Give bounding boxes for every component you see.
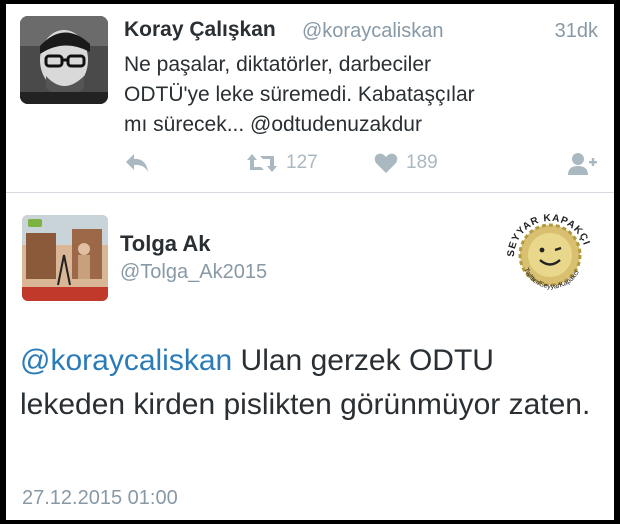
follow-button[interactable] <box>568 152 598 176</box>
mention-link[interactable]: @koraycaliskan <box>20 344 232 377</box>
tweet-date[interactable]: 27.12.2015 01:00 <box>22 487 178 510</box>
author-handle[interactable]: @koraycaliskan <box>302 20 443 43</box>
like-button[interactable]: 189 <box>374 152 438 174</box>
avatar-portrait <box>20 16 108 104</box>
avatar-photo <box>22 215 108 301</box>
tweet-text: Ne paşalar, diktatörler, darbeciler ODTÜ… <box>124 50 594 140</box>
author-name[interactable]: Koray Çalışkan <box>124 18 276 42</box>
retweet-button[interactable]: 127 <box>246 152 318 174</box>
tweet-text: @koraycaliskan Ulan gerzek ODTU lekeden … <box>20 339 600 427</box>
tweet-text-line: ODTÜ'ye leke süremedi. Kabataşçılar <box>124 83 475 106</box>
author-name[interactable]: Tolga Ak <box>120 231 210 257</box>
watermark-logo: SEYYAR KAPAKÇI Twitter/SeyyarKapakci <box>500 203 600 303</box>
author-handle[interactable]: @Tolga_Ak2015 <box>120 261 267 284</box>
add-user-icon <box>568 153 597 175</box>
heart-icon <box>374 153 398 173</box>
avatar[interactable] <box>20 16 108 104</box>
tweet-tolga[interactable]: Tolga Ak @Tolga_Ak2015 SEYYAR KAPAKÇI Tw… <box>6 193 614 520</box>
tweet-actions: 127 189 <box>6 150 614 186</box>
reply-button[interactable] <box>124 152 150 174</box>
tweet-time[interactable]: 31dk <box>555 20 598 43</box>
tweet-text-line: Ne paşalar, diktatörler, darbeciler <box>124 53 431 76</box>
reply-icon <box>126 154 148 172</box>
retweet-icon <box>247 154 277 172</box>
retweet-count: 127 <box>286 152 318 173</box>
like-count: 189 <box>406 152 438 173</box>
tweet-koray[interactable]: Koray Çalışkan @koraycaliskan 31dk Ne pa… <box>6 4 614 193</box>
avatar[interactable] <box>22 215 108 301</box>
tweet-text-line: mı sürecek... @odtudenuzakdur <box>124 113 422 136</box>
bottle-cap-smiley-icon: SEYYAR KAPAKÇI Twitter/SeyyarKapakci <box>506 213 591 291</box>
screenshot-frame: Koray Çalışkan @koraycaliskan 31dk Ne pa… <box>6 4 614 520</box>
